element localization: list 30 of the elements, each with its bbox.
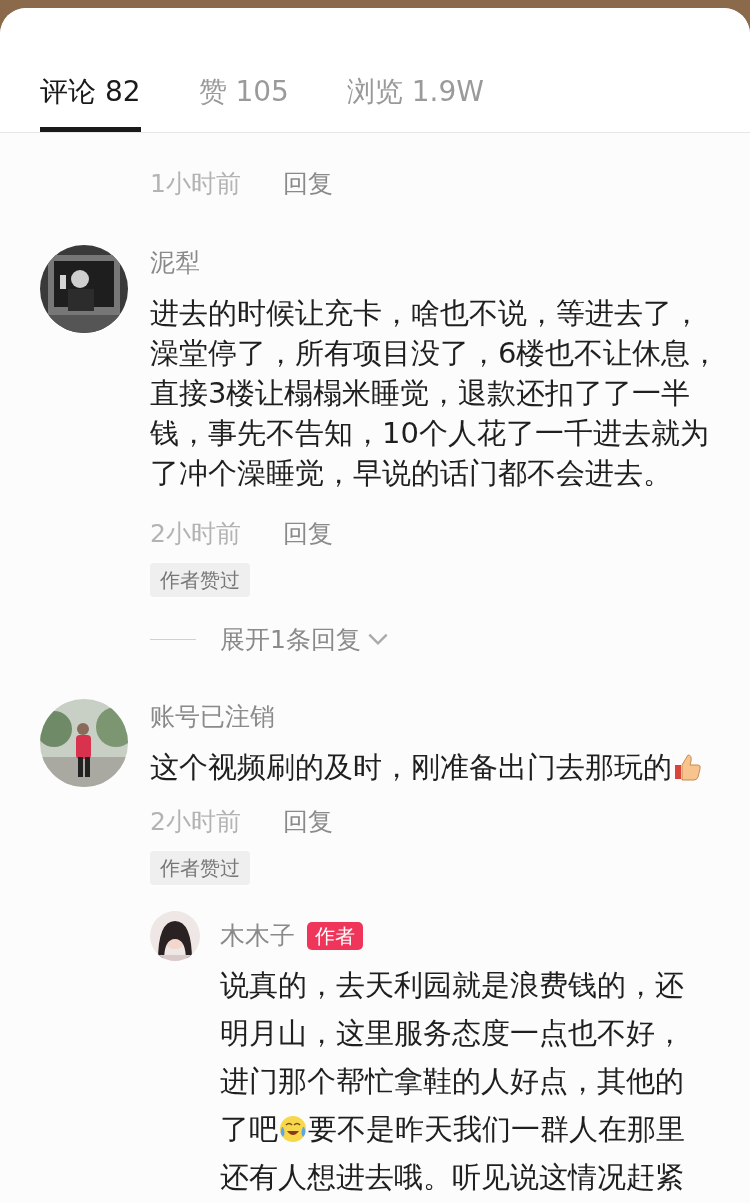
- timestamp: 1小时前: [150, 167, 241, 200]
- comment-text: 还有人想进去哦。听见说这情况赶紧: [220, 1159, 684, 1196]
- comment-text: 明月山，这里服务态度一点也不好，: [220, 1015, 684, 1052]
- tab[interactable]: 浏览 1.9W: [346, 8, 484, 132]
- comment-text: 钱，事先不告知，10个人花了一千进去就为: [150, 415, 709, 452]
- comment-text: 进门那个帮忙拿鞋的人好点，其他的: [220, 1063, 684, 1100]
- comment-text: 要不是昨天我们一群人在那里: [308, 1111, 685, 1148]
- comment-text: 直接3楼让榻榻米睡觉，退款还扣了了一半: [150, 375, 691, 412]
- author-liked-tag: 作者赞过: [150, 563, 250, 597]
- comment-text: 进去的时候让充卡，啥也不说，等进去了，: [150, 295, 701, 332]
- comment-text: 了吧: [220, 1111, 278, 1148]
- user-name[interactable]: 木木子: [220, 918, 295, 954]
- reply-link[interactable]: 回复: [282, 516, 333, 550]
- comment-text: 这个视频刷的及时，刚准备出门去那玩的: [150, 749, 672, 786]
- comment-text: 了冲个澡睡觉，早说的话门都不会进去。: [150, 455, 672, 492]
- timestamp: 2小时前: [150, 517, 241, 550]
- expand-replies-button[interactable]: 展开1条回复: [220, 622, 391, 656]
- thumbs-up-icon: [672, 752, 702, 782]
- author-liked-tag: 作者赞过: [150, 851, 250, 885]
- timestamp: 2小时前: [150, 805, 241, 838]
- reply-link[interactable]: 回复: [282, 166, 333, 200]
- comment-text: 澡堂停了，所有项目没了，6楼也不让休息，: [150, 335, 720, 372]
- tab[interactable]: 评论 82: [40, 8, 141, 132]
- laughing-face-icon: [278, 1114, 308, 1144]
- tab[interactable]: 赞 105: [198, 8, 289, 132]
- user-name[interactable]: 泥犁: [150, 245, 750, 281]
- comment-text: 说真的，去天利园就是浪费钱的，还: [220, 967, 684, 1004]
- reply-link[interactable]: 回复: [282, 804, 333, 838]
- user-name[interactable]: 账号已注销: [150, 699, 750, 735]
- author-badge: 作者: [307, 922, 363, 950]
